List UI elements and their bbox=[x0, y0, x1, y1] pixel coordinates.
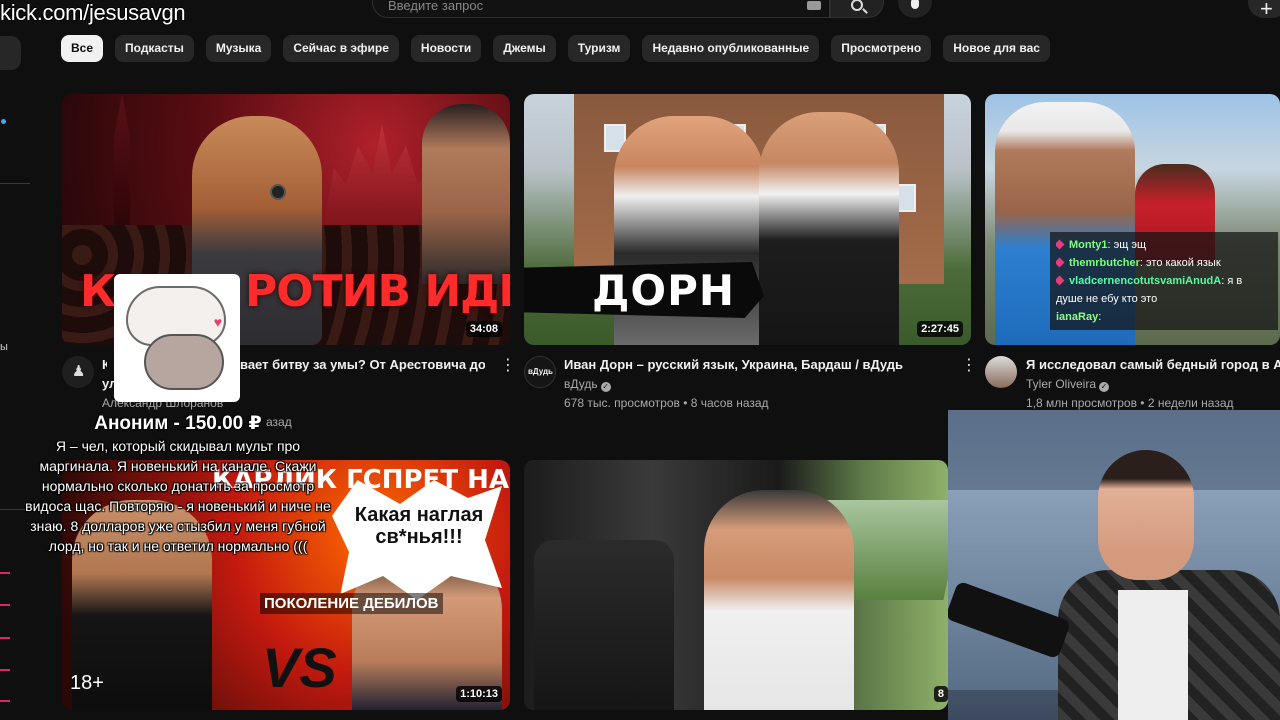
chip-all[interactable]: Все bbox=[61, 35, 104, 62]
kick-badge-icon bbox=[1056, 239, 1065, 250]
filter-chips: Все Подкасты Музыка Сейчас в эфире Новос… bbox=[61, 35, 1050, 62]
sidebar-live-mark bbox=[0, 700, 10, 702]
age-rating-badge: 18+ bbox=[70, 672, 104, 694]
search-icon bbox=[851, 0, 863, 11]
chip-music[interactable]: Музыка bbox=[205, 35, 272, 62]
video-thumbnail[interactable]: ДОРН 2:27:45 bbox=[524, 94, 971, 345]
video-title[interactable]: Я исследовал самый бедный город в Ам bbox=[1026, 357, 1280, 372]
chip-jams[interactable]: Джемы bbox=[493, 35, 556, 62]
verified-icon: ✓ bbox=[1099, 382, 1110, 392]
stream-chat-overlay: Monty1: эщ эщ themrbutcher: это какой яз… bbox=[1050, 232, 1278, 330]
voice-search-button[interactable] bbox=[898, 0, 932, 18]
create-button[interactable]: + bbox=[1248, 0, 1280, 21]
duration-badge: 1:10:13 bbox=[456, 686, 502, 702]
search-placeholder: Введите запрос bbox=[388, 0, 484, 13]
person-figure bbox=[759, 112, 899, 345]
chat-message: vladcernencotutsvamiAnudA: я в душе не е… bbox=[1056, 275, 1243, 305]
versus-graphic: VS bbox=[262, 636, 337, 699]
donation-sticker-image: ♥ bbox=[114, 274, 240, 402]
microphone-graphic bbox=[272, 186, 284, 198]
kremlin-tower-graphic bbox=[114, 94, 130, 234]
search-button[interactable] bbox=[830, 0, 884, 18]
video-meta: 678 тыс. просмотров • 8 часов назад bbox=[564, 396, 769, 410]
chat-message: Monty1: эщ эщ bbox=[1056, 236, 1272, 254]
channel-name[interactable]: вДудь ✓ bbox=[564, 377, 611, 392]
chip-podcasts[interactable]: Подкасты bbox=[115, 35, 194, 62]
kick-badge-icon bbox=[1056, 275, 1065, 286]
chip-watched[interactable]: Просмотрено bbox=[831, 35, 932, 62]
video-title[interactable]: Иван Дорн – русский язык, Украина, Барда… bbox=[564, 357, 944, 372]
channel-avatar[interactable] bbox=[985, 356, 1017, 388]
screen: Введите запрос + kick.com/jesusavgn ы Вс… bbox=[0, 0, 1280, 720]
donation-alert: ♥ Аноним - 150.00 ₽ Я – чел, который ски… bbox=[0, 274, 356, 594]
sidebar-live-mark bbox=[0, 604, 10, 606]
man-portrait bbox=[422, 104, 510, 284]
speech-bubble-text: Какая наглая св*нья!!! bbox=[354, 504, 484, 548]
heart-icon: ♥ bbox=[213, 314, 222, 330]
sidebar-divider bbox=[0, 183, 30, 184]
thumbnail-subcaption: ПОКОЛЕНИЕ ДЕБИЛОВ bbox=[260, 593, 443, 614]
video-meta: 1,8 млн просмотров • 2 недели назад bbox=[1026, 396, 1234, 410]
more-options-icon[interactable]: ⋮ bbox=[500, 358, 516, 374]
kick-badge-icon bbox=[1056, 257, 1065, 268]
video-thumbnail[interactable]: 8 bbox=[524, 460, 948, 710]
live-indicator-dot bbox=[1, 119, 6, 124]
keyboard-icon[interactable] bbox=[807, 1, 821, 10]
car-seat-graphic bbox=[534, 540, 674, 710]
duration-badge: 34:08 bbox=[465, 321, 502, 337]
sidebar-live-mark bbox=[0, 669, 10, 671]
sidebar-item-home[interactable] bbox=[0, 36, 21, 70]
chip-recently-uploaded[interactable]: Недавно опубликованные bbox=[642, 35, 820, 62]
streamer-webcam bbox=[948, 410, 1280, 720]
channel-avatar[interactable]: вДудь bbox=[524, 356, 556, 388]
chip-live[interactable]: Сейчас в эфире bbox=[283, 35, 399, 62]
tshirt-graphic bbox=[1118, 590, 1188, 720]
verified-icon: ✓ bbox=[600, 382, 611, 392]
chat-message: themrbutcher: это какой язык bbox=[1056, 254, 1272, 272]
channel-logo: вДудь bbox=[528, 367, 553, 376]
more-options-icon[interactable]: ⋮ bbox=[961, 358, 977, 374]
chat-message: ianaRay: bbox=[1056, 311, 1102, 323]
chip-tourism[interactable]: Туризм bbox=[567, 35, 631, 62]
thumbnail-caption: ДОРН bbox=[592, 266, 736, 315]
plus-icon: + bbox=[1260, 0, 1273, 21]
cat-sticker-graphic bbox=[144, 334, 224, 390]
duration-badge: 8 bbox=[933, 686, 948, 702]
chip-new-to-you[interactable]: Новое для вас bbox=[943, 35, 1050, 62]
sidebar-live-mark bbox=[0, 637, 10, 639]
search-input[interactable]: Введите запрос bbox=[372, 0, 830, 18]
streamer-head-graphic bbox=[1098, 450, 1194, 580]
duration-badge: 2:27:45 bbox=[917, 321, 963, 337]
top-bar: Введите запрос + bbox=[0, 0, 1280, 28]
person-figure bbox=[704, 490, 854, 710]
chip-news[interactable]: Новости bbox=[410, 35, 482, 62]
donation-name-amount: Аноним - 150.00 ₽ bbox=[94, 413, 262, 434]
stream-url-overlay: kick.com/jesusavgn bbox=[0, 0, 186, 25]
donation-message: Я – чел, который скидывал мульт про марг… bbox=[25, 438, 331, 554]
channel-name[interactable]: Tyler Oliveira ✓ bbox=[1026, 377, 1110, 392]
microphone-icon bbox=[911, 0, 919, 9]
